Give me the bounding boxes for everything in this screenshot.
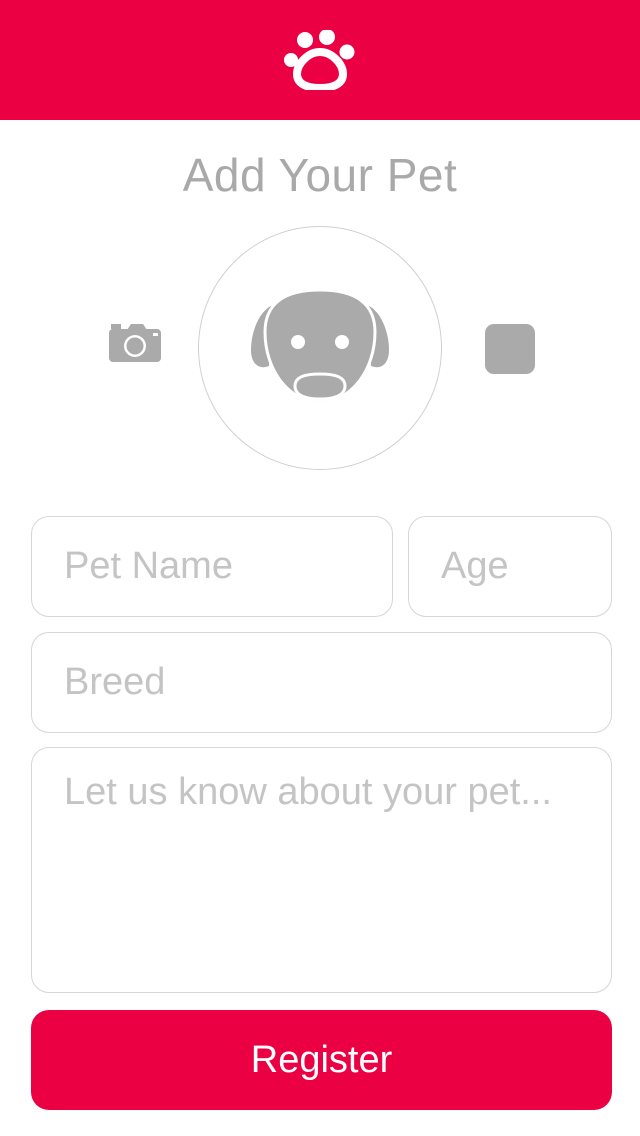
- age-input[interactable]: [408, 516, 612, 617]
- about-pet-textarea[interactable]: [31, 747, 612, 993]
- dog-face-icon: [245, 286, 395, 411]
- photo-picker: [0, 226, 640, 470]
- camera-icon: [109, 322, 163, 369]
- app-root: Add Your Pet Pet Name Age Breed Let us k…: [0, 0, 640, 1136]
- gallery-thumbnail-icon[interactable]: [485, 324, 535, 374]
- camera-button[interactable]: [108, 322, 164, 368]
- page-title: Add Your Pet: [182, 149, 458, 201]
- pet-name-input[interactable]: [31, 516, 393, 617]
- top-bar: [0, 0, 640, 120]
- paw-icon: [283, 30, 357, 90]
- breed-input[interactable]: [31, 632, 612, 733]
- pet-avatar[interactable]: [198, 226, 442, 470]
- register-button[interactable]: Register: [31, 1010, 612, 1110]
